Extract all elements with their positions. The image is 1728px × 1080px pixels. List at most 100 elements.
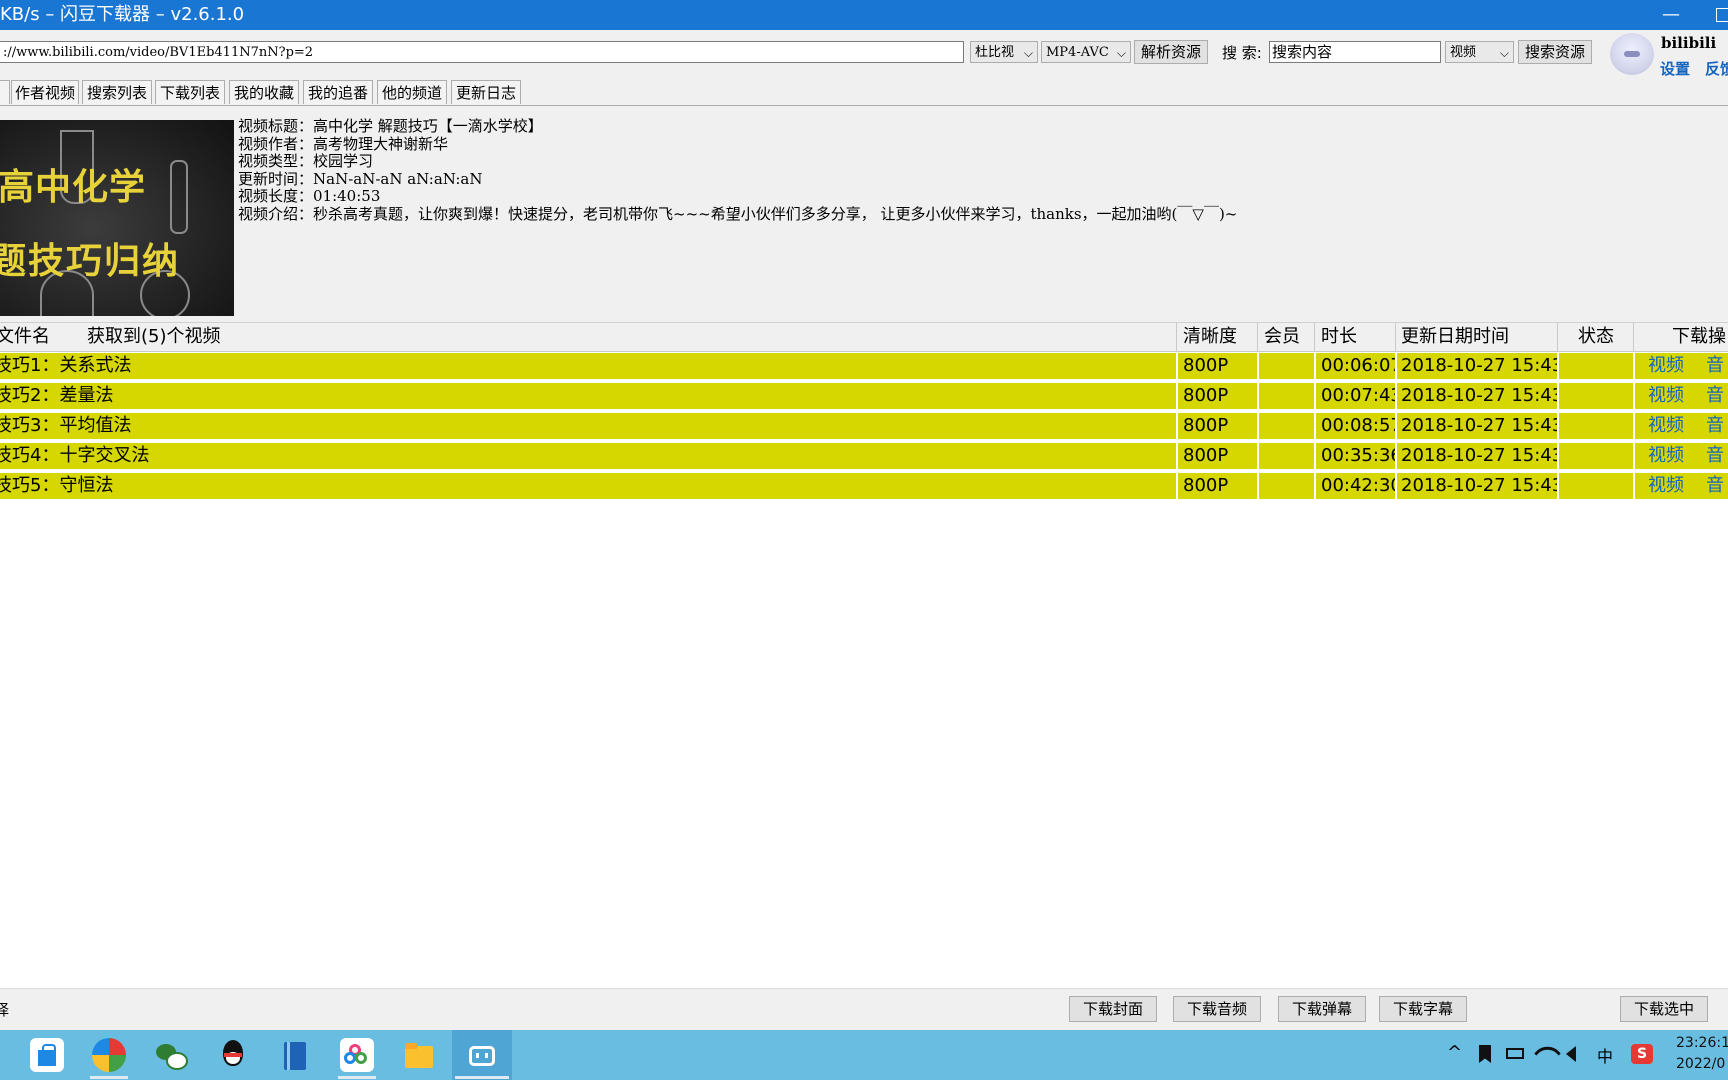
- browser-icon[interactable]: [92, 1038, 126, 1072]
- video-info-text: 视频标题：高中化学 解题技巧【一滴水学校】 视频作者：高考物理大神谢新华 视频类…: [238, 117, 1238, 224]
- row-duration: 00:08:57: [1321, 415, 1395, 436]
- row-updated: 2018-10-27 15:43: [1401, 415, 1557, 436]
- download-video-link[interactable]: 视频: [1648, 353, 1684, 379]
- download-cover-button[interactable]: 下载封面: [1069, 996, 1157, 1022]
- table-row[interactable]: 技巧3：平均值法 800P 00:08:57 2018-10-27 15:43 …: [0, 413, 1728, 441]
- download-audio-link[interactable]: 音: [1706, 443, 1724, 469]
- settings-link[interactable]: 设置: [1660, 58, 1690, 79]
- feedback-link[interactable]: 反馈: [1705, 58, 1728, 79]
- wechat-icon[interactable]: [154, 1038, 188, 1072]
- download-audio-link[interactable]: 音: [1706, 473, 1724, 499]
- video-update-time: 更新时间：NaN-aN-aN aN:aN:aN: [238, 169, 483, 188]
- cover-line-1: 高中化学: [0, 167, 147, 208]
- chevron-down-icon: ⌵: [1023, 46, 1033, 60]
- window-title: KB/s – 闪豆下载器 – v2.6.1.0: [0, 4, 245, 25]
- format-select[interactable]: MP4-AVC ⌵: [1041, 41, 1131, 63]
- list-header: 文件名 获取到(5)个视频 清晰度 会员 时长 更新日期时间 状态 下载操: [0, 323, 1728, 352]
- quality-select-value: 杜比视: [975, 45, 1015, 60]
- row-duration: 00:35:36: [1321, 445, 1395, 466]
- table-row[interactable]: 技巧4：十字交叉法 800P 00:35:36 2018-10-27 15:43…: [0, 443, 1728, 471]
- minimize-button[interactable]: —: [1662, 0, 1680, 30]
- folder-icon[interactable]: [402, 1038, 436, 1072]
- tab-hidden[interactable]: [0, 80, 10, 104]
- qq-icon[interactable]: [216, 1038, 250, 1072]
- row-quality: 800P: [1183, 475, 1229, 496]
- download-audio-link[interactable]: 音: [1706, 413, 1724, 439]
- maximize-button[interactable]: [1716, 8, 1728, 22]
- notebook-icon[interactable]: [278, 1038, 312, 1072]
- header-vip[interactable]: 会员: [1264, 323, 1300, 351]
- header-filename[interactable]: 文件名: [0, 323, 50, 351]
- search-input[interactable]: 搜索内容: [1269, 41, 1441, 63]
- row-quality: 800P: [1183, 415, 1229, 436]
- cover-line-2: 题技巧归纳: [0, 241, 181, 282]
- tray-chevron-icon[interactable]: ^: [1447, 1042, 1462, 1063]
- row-quality: 800P: [1183, 355, 1229, 376]
- tab-bar: 作者视频 搜索列表 下载列表 我的收藏 我的追番 他的频道 更新日志: [0, 78, 1728, 106]
- header-quality[interactable]: 清晰度: [1183, 323, 1237, 351]
- video-length: 视频长度：01:40:53: [238, 187, 381, 206]
- row-updated: 2018-10-27 15:43: [1401, 385, 1557, 406]
- table-row[interactable]: 技巧2：差量法 800P 00:07:43 2018-10-27 15:43 视…: [0, 383, 1728, 411]
- row-filename: 技巧3：平均值法: [0, 415, 132, 436]
- download-audio-link[interactable]: 音: [1706, 353, 1724, 379]
- wifi-icon[interactable]: [1534, 1040, 1561, 1067]
- tab-download-list[interactable]: 下载列表: [155, 80, 225, 104]
- battery-icon[interactable]: [1506, 1048, 1524, 1059]
- store-icon[interactable]: [30, 1038, 64, 1072]
- video-description: 视频介绍：秒杀高考真题，让你爽到爆！快速提分，老司机带你飞~~~希望小伙伴们多多…: [238, 204, 1238, 223]
- tab-my-bangumi[interactable]: 我的追番: [303, 80, 373, 104]
- download-audio-button[interactable]: 下载音频: [1173, 996, 1261, 1022]
- url-input[interactable]: ://www.bilibili.com/video/BV1Eb411N7nN?p…: [0, 41, 964, 63]
- toolbar: ://www.bilibili.com/video/BV1Eb411N7nN?p…: [0, 30, 1728, 78]
- bilibili-icon[interactable]: [465, 1038, 499, 1072]
- table-row[interactable]: 技巧5：守恒法 800P 00:42:30 2018-10-27 15:43 视…: [0, 473, 1728, 501]
- row-filename: 技巧2：差量法: [0, 385, 114, 406]
- sogou-icon[interactable]: S: [1631, 1044, 1653, 1064]
- quality-select[interactable]: 杜比视 ⌵: [970, 41, 1038, 63]
- download-audio-link[interactable]: 音: [1706, 383, 1724, 409]
- row-duration: 00:07:43: [1321, 385, 1395, 406]
- status-bar: 择 下载封面 下载音频 下载弹幕 下载字幕 下载选中: [0, 988, 1728, 1031]
- tab-changelog[interactable]: 更新日志: [451, 80, 521, 104]
- ime-indicator[interactable]: 中: [1597, 1043, 1613, 1067]
- download-video-link[interactable]: 视频: [1648, 413, 1684, 439]
- chevron-down-icon: ⌵: [1499, 46, 1509, 60]
- video-title: 视频标题：高中化学 解题技巧【一滴水学校】: [238, 117, 543, 135]
- table-row[interactable]: 技巧1：关系式法 800P 00:06:07 2018-10-27 15:43 …: [0, 353, 1728, 381]
- row-filename: 技巧1：关系式法: [0, 355, 132, 376]
- row-updated: 2018-10-27 15:43: [1401, 355, 1557, 376]
- tab-my-favorites[interactable]: 我的收藏: [229, 80, 299, 104]
- download-video-link[interactable]: 视频: [1648, 383, 1684, 409]
- download-subtitle-button[interactable]: 下载字幕: [1379, 996, 1467, 1022]
- header-duration[interactable]: 时长: [1321, 323, 1357, 351]
- search-type-select[interactable]: 视频 ⌵: [1445, 41, 1514, 63]
- video-type: 视频类型：校园学习: [238, 152, 374, 171]
- header-actions: 下载操: [1672, 326, 1726, 347]
- clock[interactable]: 23:26:1 2022/0: [1676, 1033, 1728, 1075]
- bookmark-icon[interactable]: [1479, 1045, 1491, 1063]
- download-danmaku-button[interactable]: 下载弹幕: [1278, 996, 1366, 1022]
- tab-author-videos[interactable]: 作者视频: [11, 80, 79, 104]
- header-updated[interactable]: 更新日期时间: [1401, 323, 1509, 351]
- volume-icon[interactable]: [1566, 1046, 1576, 1062]
- download-video-link[interactable]: 视频: [1648, 473, 1684, 499]
- download-selected-button[interactable]: 下载选中: [1620, 996, 1708, 1022]
- tab-search-list[interactable]: 搜索列表: [82, 80, 152, 104]
- video-cover: 高中化学 题技巧归纳: [0, 120, 234, 316]
- video-author: 视频作者：高考物理大神谢新华: [238, 134, 449, 153]
- avatar[interactable]: [1610, 33, 1654, 75]
- row-duration: 00:06:07: [1321, 355, 1395, 376]
- row-updated: 2018-10-27 15:43: [1401, 475, 1557, 496]
- search-button[interactable]: 搜索资源: [1518, 40, 1592, 64]
- photos-icon[interactable]: [340, 1038, 374, 1072]
- format-select-value: MP4-AVC: [1046, 45, 1109, 60]
- site-label: bilibili: [1661, 34, 1717, 52]
- header-status[interactable]: 状态: [1578, 323, 1614, 351]
- row-updated: 2018-10-27 15:43: [1401, 445, 1557, 466]
- header-count: 获取到(5)个视频: [87, 326, 221, 347]
- parse-button[interactable]: 解析资源: [1134, 40, 1208, 64]
- download-video-link[interactable]: 视频: [1648, 443, 1684, 469]
- tab-his-channel[interactable]: 他的频道: [377, 80, 447, 104]
- video-list: 文件名 获取到(5)个视频 清晰度 会员 时长 更新日期时间 状态 下载操 技巧…: [0, 322, 1728, 989]
